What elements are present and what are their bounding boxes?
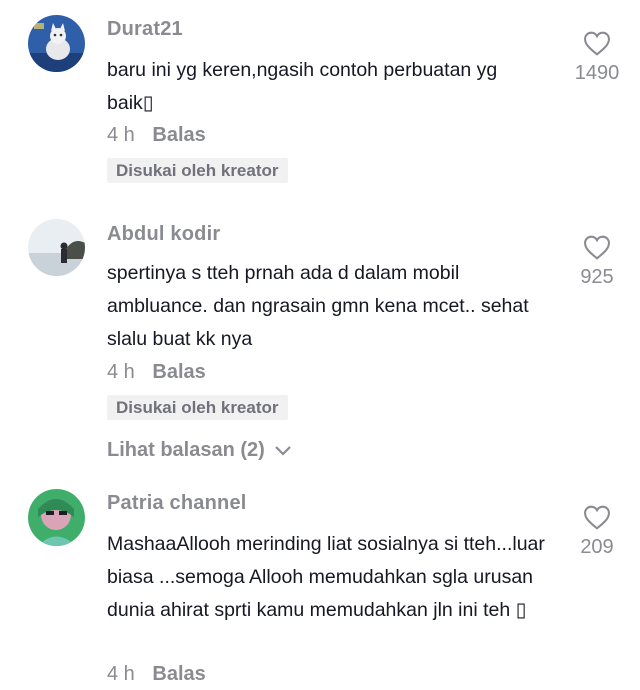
- creator-liked-badge: Disukai oleh kreator: [107, 158, 288, 183]
- creator-liked-badge: Disukai oleh kreator: [107, 395, 288, 420]
- reply-button[interactable]: Balas: [152, 124, 205, 146]
- reply-button[interactable]: Balas: [152, 361, 205, 383]
- like-button[interactable]: 209: [567, 505, 627, 559]
- comment-meta: 4 h Balas: [107, 663, 206, 686]
- comment-time: 4 h: [107, 124, 135, 146]
- cat-avatar-icon: [28, 15, 85, 72]
- heart-icon: [584, 31, 610, 56]
- comment-text: baru ini yg keren,ngasih contoh perbuata…: [107, 59, 498, 114]
- comment-time: 4 h: [107, 663, 135, 685]
- like-button[interactable]: 1490: [567, 31, 627, 85]
- view-replies-label: Lihat balasan (2): [107, 439, 265, 461]
- comment-time: 4 h: [107, 361, 135, 383]
- like-count: 209: [580, 536, 614, 558]
- comment-text: spertinya s tteh prnah ada d dalam mobil…: [107, 262, 529, 350]
- like-button[interactable]: 925: [567, 235, 627, 289]
- comment-meta: 4 h Balas: [107, 361, 206, 384]
- comment-username[interactable]: Patria channel: [107, 492, 247, 515]
- chevron-down-icon: [275, 445, 292, 456]
- comment-username[interactable]: Durat21: [107, 18, 183, 41]
- like-count: 925: [580, 266, 614, 288]
- heart-icon: [584, 235, 610, 260]
- landscape-avatar-icon: [28, 219, 85, 276]
- reply-button[interactable]: Balas: [152, 663, 205, 685]
- avatar[interactable]: [28, 219, 85, 276]
- avatar[interactable]: [28, 489, 85, 546]
- comment-meta: 4 h Balas: [107, 124, 206, 147]
- comment-text: MashaaAllooh merinding liat sosialnya si…: [107, 533, 545, 621]
- like-count: 1490: [574, 62, 620, 84]
- heart-icon: [584, 505, 610, 530]
- comment-username[interactable]: Abdul kodir: [107, 223, 220, 246]
- view-replies-button[interactable]: Lihat balasan (2): [107, 439, 292, 462]
- avatar[interactable]: [28, 15, 85, 72]
- person-avatar-icon: [28, 489, 85, 546]
